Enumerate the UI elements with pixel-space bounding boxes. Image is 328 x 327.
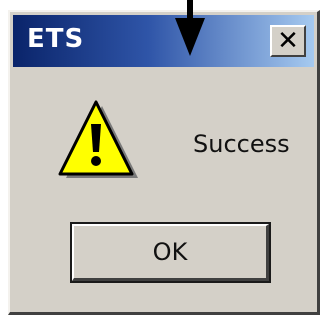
close-button[interactable]: ✕ [270,25,306,57]
ok-button[interactable]: OK [70,222,271,283]
message-dialog: ETS ✕ Success OK [8,10,320,315]
title-bar[interactable]: ETS ✕ [13,15,314,67]
window-title: ETS [27,24,85,54]
ok-button-label: OK [152,238,188,266]
pointer-arrow-icon [175,0,205,56]
warning-icon [58,100,138,178]
close-icon: ✕ [277,26,299,56]
message-text: Success [193,130,290,158]
